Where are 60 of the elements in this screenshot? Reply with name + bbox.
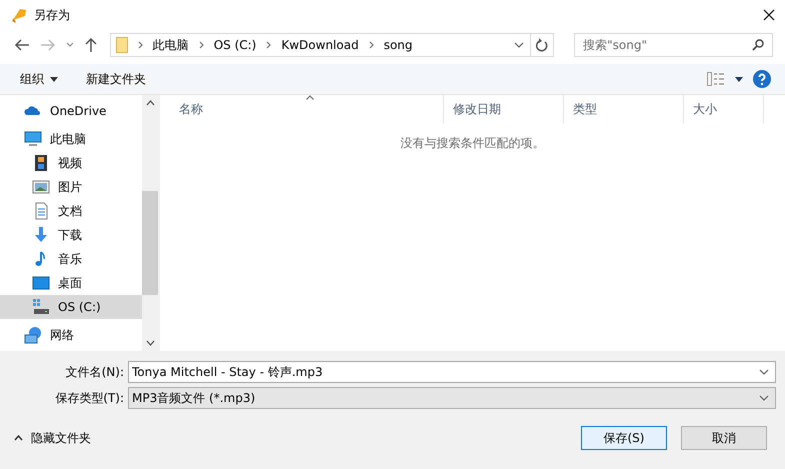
back-icon[interactable] [14,38,30,52]
close-icon[interactable] [763,9,775,21]
drive-icon [32,298,50,316]
nav-item[interactable]: 网络 [0,323,142,347]
search-field[interactable]: 搜索"song" [574,33,773,57]
chevron-down-icon [759,369,769,375]
nav-item[interactable]: OS (C:) [0,295,142,319]
column-header[interactable]: 大小 [684,95,764,123]
refresh-icon[interactable] [536,38,548,52]
hide-folders-button[interactable]: 隐藏文件夹 [14,430,91,446]
scroll-down-icon[interactable] [146,340,154,346]
column-header[interactable]: 名称 [170,95,444,123]
file-type-dropdown[interactable]: MP3音频文件 (*.mp3) [128,387,776,409]
breadcrumb[interactable]: song [384,38,413,52]
chevron-down-icon[interactable] [66,42,74,48]
network-icon [24,326,42,344]
chevron-right-icon [368,41,374,49]
caret-icon[interactable] [735,76,743,82]
chevron-right-icon [266,41,272,49]
nav-item[interactable]: 此电脑 [0,127,142,151]
chevron-right-icon [198,41,204,49]
picture-icon [32,178,50,196]
chevron-right-icon [138,41,143,49]
breadcrumb[interactable]: KwDownload [281,38,359,52]
nav-item[interactable]: 桌面 [0,271,142,295]
empty-message: 没有与搜索条件匹配的项。 [400,135,546,152]
chevron-down-icon[interactable] [514,42,524,48]
address-bar[interactable]: 此电脑 OS (C:) KwDownload song [110,33,554,57]
nav-item[interactable]: 音乐 [0,247,142,271]
column-header[interactable]: 类型 [564,95,684,123]
new-folder-button[interactable]: 新建文件夹 [86,70,146,88]
search-icon [752,39,764,51]
screen-icon [32,274,50,292]
save-button[interactable]: 保存(S) [581,426,667,450]
scroll-up-icon[interactable] [146,100,154,106]
nav-item[interactable]: 下载 [0,223,142,247]
field-label: 文件名(N): [64,364,125,380]
help-icon[interactable] [753,70,771,88]
filename-field[interactable]: Tonya Mitchell - Stay - 铃声.mp3 [128,361,776,383]
nav-item[interactable]: 文档 [0,199,142,223]
breadcrumb[interactable]: 此电脑 [152,36,189,54]
nav-item[interactable]: OneDrive [0,99,142,123]
monitor-icon [24,130,42,148]
nav-item[interactable]: 图片 [0,175,142,199]
up-icon[interactable] [84,37,98,53]
organize-button[interactable]: 组织 [20,70,58,88]
breadcrumb[interactable]: OS (C:) [214,38,256,52]
view-icon[interactable] [707,72,725,86]
film-icon [32,154,50,172]
chevron-up-icon [14,435,23,441]
field-label: 保存类型(T): [54,390,125,406]
window-title: 另存为 [34,6,70,24]
caret-icon [50,76,58,82]
nav-item[interactable]: 视频 [0,151,142,175]
cancel-button[interactable]: 取消 [681,426,767,450]
column-header[interactable]: 修改日期 [444,95,564,123]
scrollbar-thumb[interactable] [142,191,158,295]
down-arrow-icon [32,226,50,244]
chevron-down-icon [759,395,769,401]
folder-icon [116,37,128,53]
